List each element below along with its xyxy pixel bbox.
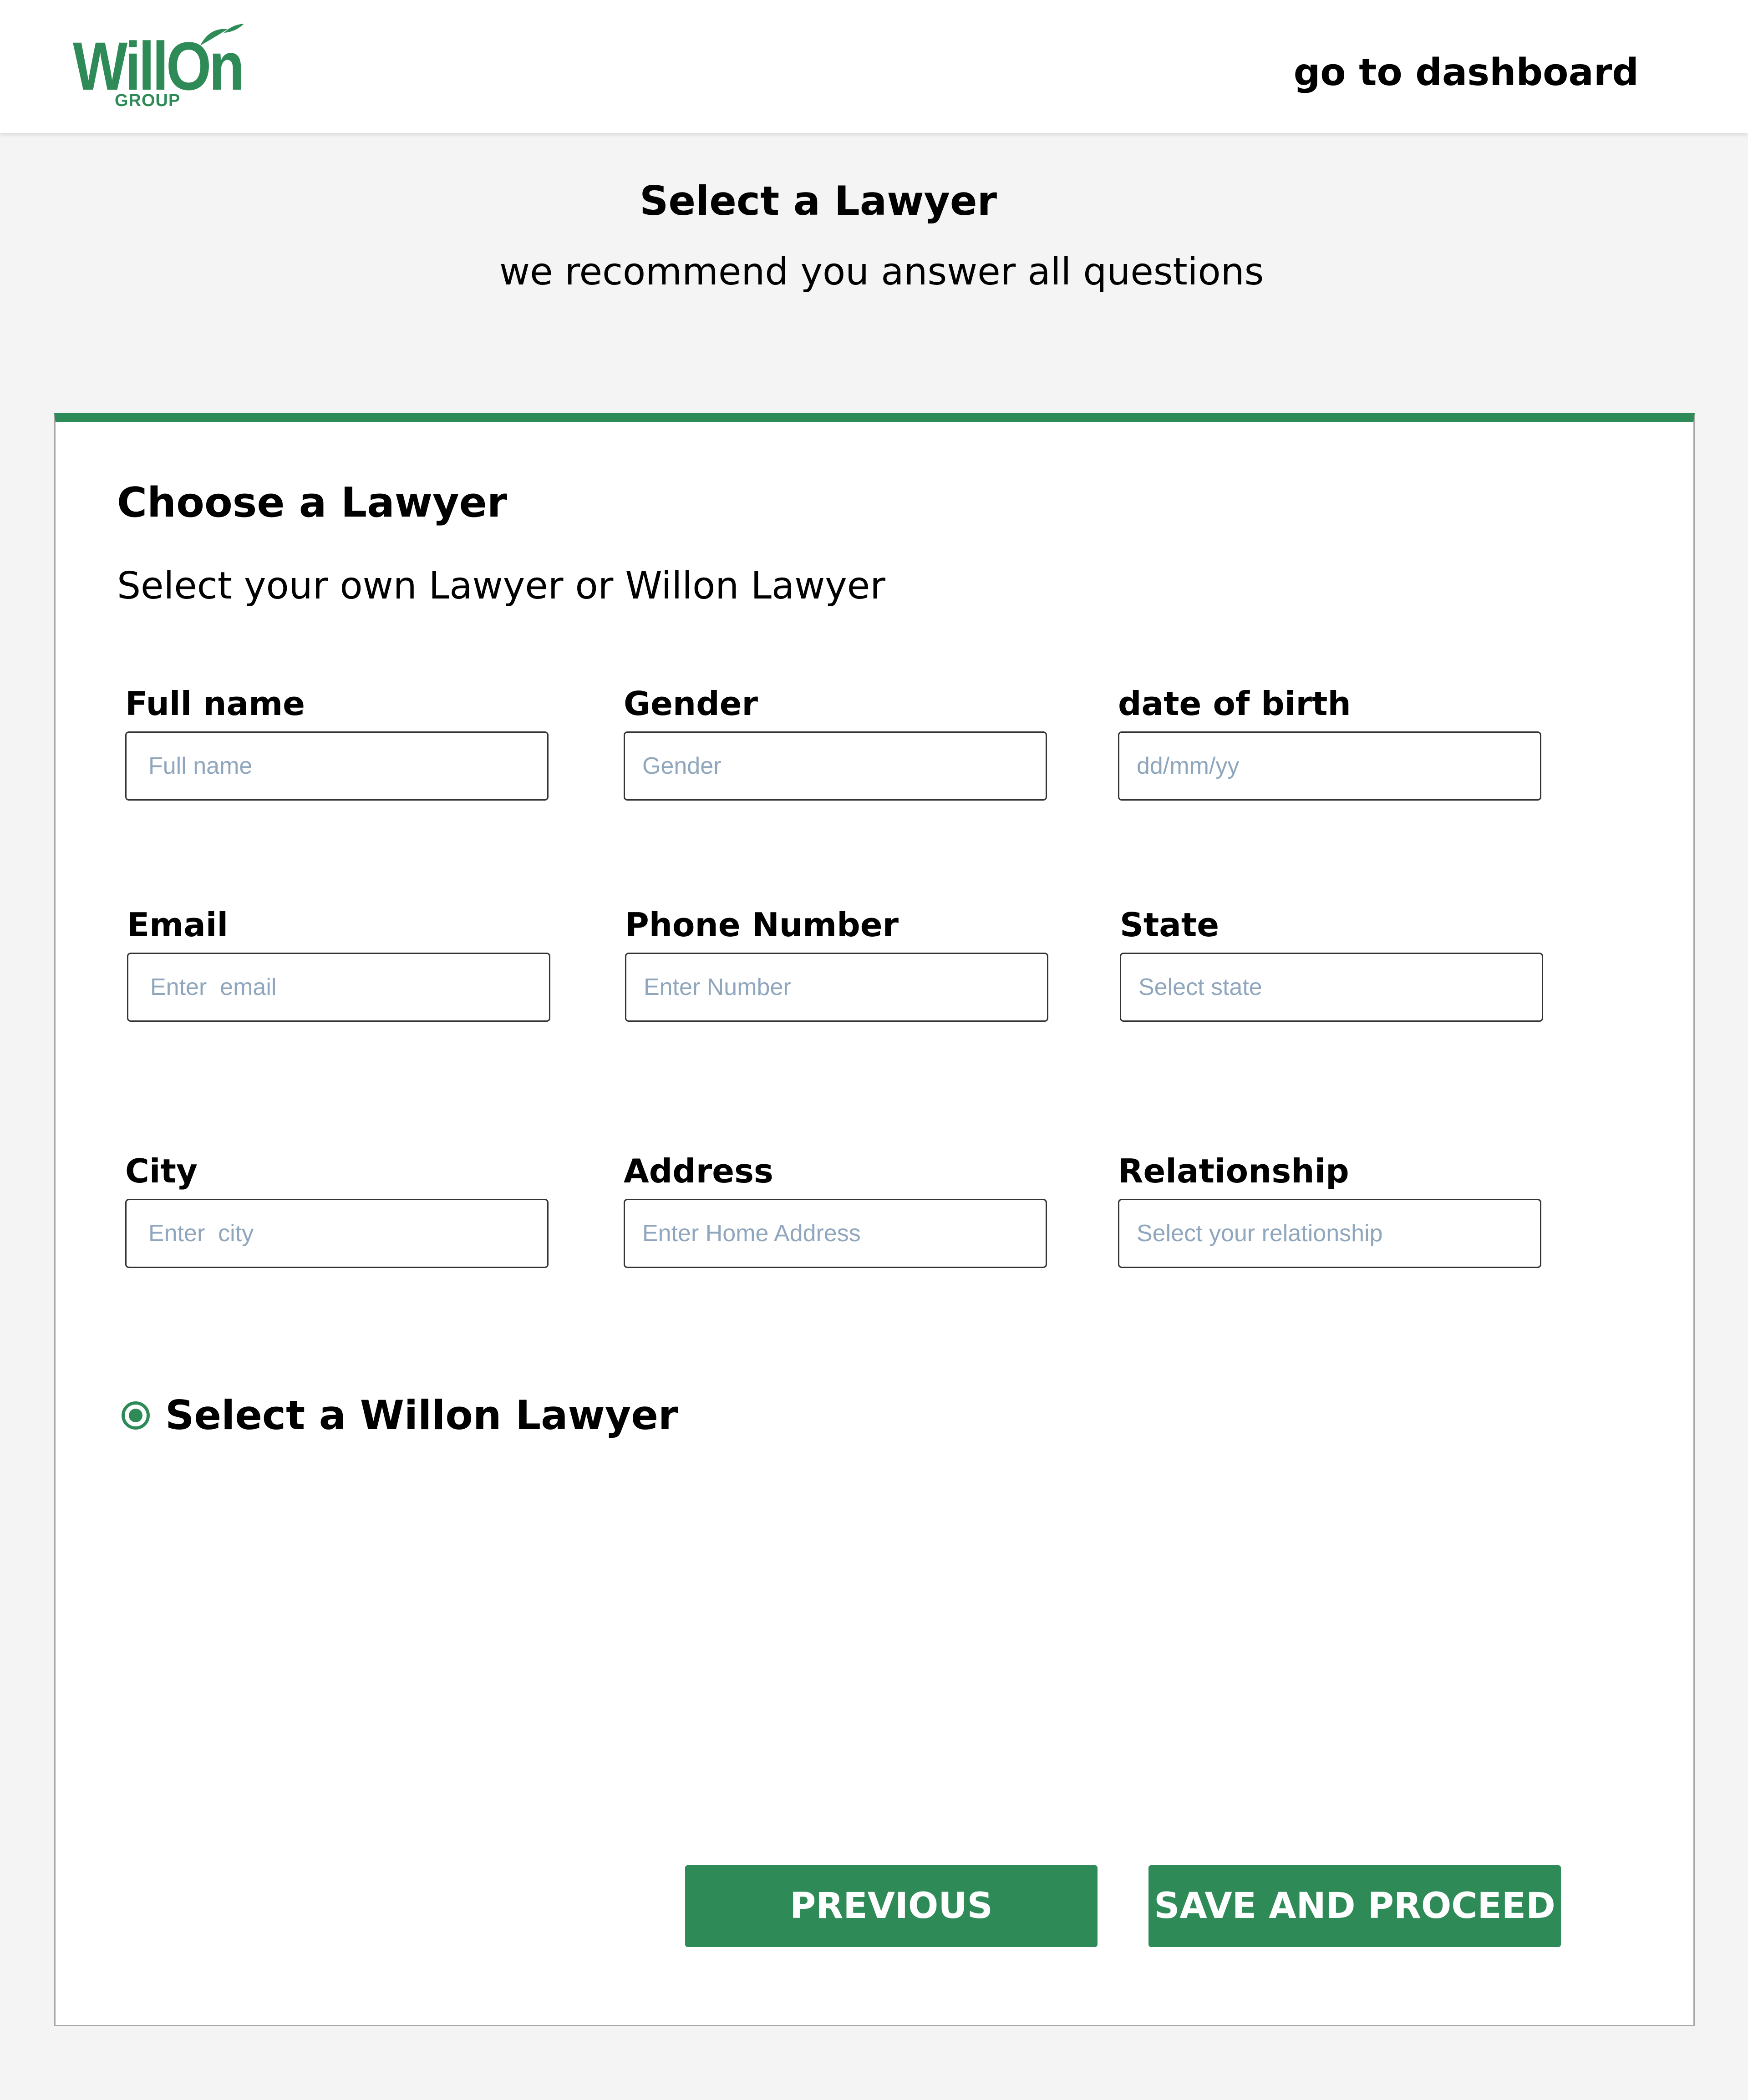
card-title: Choose a Lawyer <box>117 479 508 527</box>
select-willon-lawyer-option[interactable]: Select a Willon Lawyer <box>122 1392 678 1439</box>
phone-number-input[interactable] <box>625 953 1048 1022</box>
select-willon-lawyer-label: Select a Willon Lawyer <box>165 1392 678 1439</box>
top-header: WillOn GROUP go to dashboard <box>0 0 1748 133</box>
full-name-input[interactable] <box>125 731 549 801</box>
save-and-proceed-button[interactable]: SAVE AND PROCEED <box>1148 1865 1561 1947</box>
go-to-dashboard-link[interactable]: go to dashboard <box>1294 51 1639 94</box>
willon-group-logo[interactable]: WillOn GROUP <box>73 23 244 114</box>
phone-number-label: Phone Number <box>625 906 899 944</box>
previous-button[interactable]: PREVIOUS <box>685 1865 1098 1947</box>
address-input[interactable] <box>624 1199 1047 1268</box>
state-select[interactable] <box>1120 953 1543 1022</box>
gender-input[interactable] <box>624 731 1047 801</box>
address-label: Address <box>624 1152 773 1190</box>
email-input[interactable] <box>127 953 550 1022</box>
city-input[interactable] <box>125 1199 549 1268</box>
radio-selected-icon[interactable] <box>122 1401 150 1430</box>
card-subtitle: Select your own Lawyer or Willon Lawyer <box>117 564 885 608</box>
page-title: Select a Lawyer <box>640 178 997 224</box>
choose-lawyer-card: Choose a Lawyer Select your own Lawyer o… <box>54 413 1695 2026</box>
city-label: City <box>125 1152 198 1190</box>
email-label: Email <box>127 906 229 944</box>
date-of-birth-input[interactable] <box>1118 731 1541 801</box>
relationship-label: Relationship <box>1118 1152 1349 1190</box>
date-of-birth-label: date of birth <box>1118 685 1351 723</box>
relationship-select[interactable] <box>1118 1199 1541 1268</box>
gender-label: Gender <box>624 685 758 723</box>
logo-subtext: GROUP <box>115 91 181 110</box>
full-name-label: Full name <box>125 685 305 723</box>
state-label: State <box>1120 906 1220 944</box>
radio-dot <box>129 1408 142 1422</box>
logo-wordmark: WillOn <box>73 28 244 104</box>
page-subtitle: we recommend you answer all questions <box>499 250 1264 294</box>
